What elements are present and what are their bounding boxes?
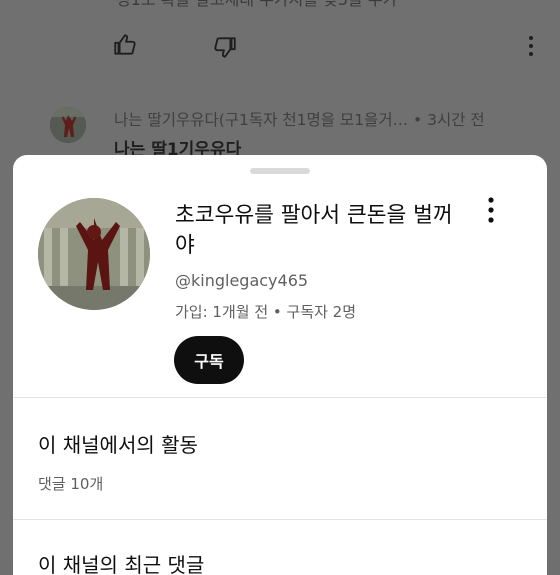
- commenter-avatar[interactable]: [50, 107, 86, 143]
- comment-meta: 나는 딸기우유다(구1독자 천1명을 모1을거… • 3시간 전: [114, 108, 554, 130]
- channel-bottom-sheet: 초코우유를 팔아서 큰돈을 벌꺼야 @kinglegacy465 가입: 1개월…: [13, 155, 547, 575]
- divider: [13, 519, 547, 520]
- comment-time: • 3시간 전: [413, 111, 485, 129]
- comment-author[interactable]: 나는 딸기우유다(구1독자 천1명을 모1을거…: [114, 111, 408, 129]
- thumbs-up-icon[interactable]: [112, 32, 138, 58]
- channel-name: 초코우유를 팔아서 큰돈을 벌꺼야: [175, 203, 453, 258]
- channel-avatar[interactable]: [38, 198, 150, 310]
- subscribe-button[interactable]: 구독: [174, 336, 244, 384]
- channel-handle: @kinglegacy465: [175, 271, 309, 290]
- more-vert-icon[interactable]: [481, 195, 501, 225]
- activity-section-title: 이 채널에서의 활동: [38, 433, 198, 457]
- thumbs-down-icon[interactable]: [212, 34, 238, 60]
- background-comment-cut-text: 정1도 확을 알고세대 수가지를 찾5을 수가: [116, 0, 536, 8]
- divider: [13, 397, 547, 398]
- sheet-drag-handle[interactable]: [250, 168, 310, 174]
- more-vert-icon[interactable]: [524, 34, 538, 58]
- channel-joined-info: 가입: 1개월 전 • 구독자 2명: [175, 303, 357, 321]
- activity-comment-count[interactable]: 댓글 10개: [38, 473, 103, 494]
- recent-comments-title: 이 채널의 최근 댓글: [38, 553, 205, 575]
